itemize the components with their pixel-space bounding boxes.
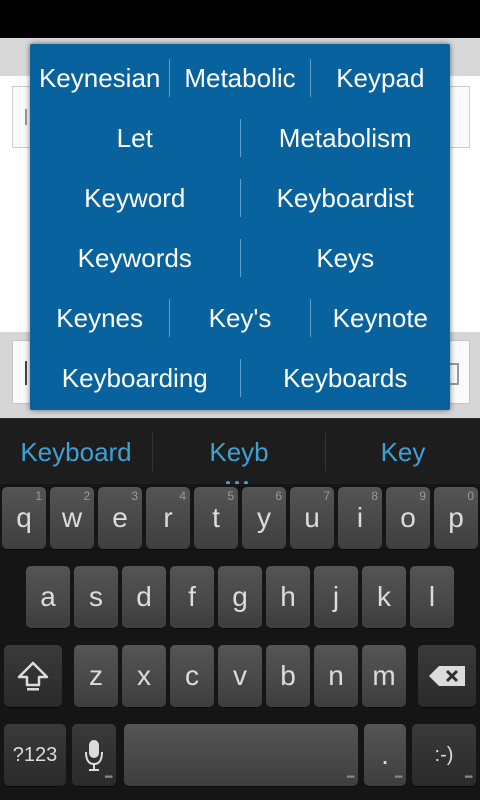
popup-suggestion[interactable]: Let xyxy=(30,108,240,168)
shift-key[interactable] xyxy=(4,645,62,707)
popup-suggestion[interactable]: Keywords xyxy=(30,228,240,288)
popup-suggestion[interactable]: Keypad xyxy=(311,48,450,108)
popup-row: Keyboarding Keyboards xyxy=(30,348,450,408)
popup-suggestion[interactable]: Keyboardist xyxy=(241,168,451,228)
key-m[interactable]: m xyxy=(362,645,406,707)
text-cursor xyxy=(25,361,27,385)
key-h[interactable]: h xyxy=(266,566,310,628)
key-r[interactable]: r4 xyxy=(146,487,190,549)
popup-suggestion[interactable]: Keynote xyxy=(311,288,450,348)
suggestion-right[interactable]: Key xyxy=(326,419,480,485)
voice-input-key[interactable]: ••• xyxy=(72,724,116,786)
key-o[interactable]: o9 xyxy=(386,487,430,549)
popup-suggestion[interactable]: Metabolism xyxy=(241,108,451,168)
key-s[interactable]: s xyxy=(74,566,118,628)
popup-row: Keywords Keys xyxy=(30,228,450,288)
key-q[interactable]: q1 xyxy=(2,487,46,549)
backspace-key[interactable] xyxy=(418,645,476,707)
popup-suggestion[interactable]: Keys xyxy=(241,228,451,288)
shift-icon xyxy=(4,645,62,707)
key-t[interactable]: t5 xyxy=(194,487,238,549)
key-y[interactable]: y6 xyxy=(242,487,286,549)
smiley-key[interactable]: :-) ••• xyxy=(412,724,476,786)
popup-suggestion[interactable]: Keyword xyxy=(30,168,240,228)
popup-row: Let Metabolism xyxy=(30,108,450,168)
symbols-key[interactable]: ?123 xyxy=(4,724,66,786)
more-options-icon: ••• xyxy=(464,772,472,783)
popup-suggestion[interactable]: Keyboards xyxy=(241,348,451,408)
key-e[interactable]: e3 xyxy=(98,487,142,549)
key-k[interactable]: k xyxy=(362,566,406,628)
status-bar xyxy=(0,0,480,38)
period-key[interactable]: . ••• xyxy=(364,724,406,786)
popup-suggestion[interactable]: Metabolic xyxy=(170,48,309,108)
space-key[interactable]: ••• xyxy=(124,724,358,786)
key-l[interactable]: l xyxy=(410,566,454,628)
key-d[interactable]: d xyxy=(122,566,166,628)
key-w[interactable]: w2 xyxy=(50,487,94,549)
more-suggestions-indicator xyxy=(226,470,256,485)
popup-suggestion[interactable]: Keynes xyxy=(30,288,169,348)
key-i[interactable]: i8 xyxy=(338,487,382,549)
more-options-icon: ••• xyxy=(394,772,402,783)
popup-suggestion[interactable]: Keyboarding xyxy=(30,348,240,408)
popup-row: Keynesian Metabolic Keypad xyxy=(30,48,450,108)
key-b[interactable]: b xyxy=(266,645,310,707)
key-j[interactable]: j xyxy=(314,566,358,628)
more-options-icon: ••• xyxy=(346,772,354,783)
key-n[interactable]: n xyxy=(314,645,358,707)
keyboard: q1 w2 e3 r4 t5 y6 u7 i8 o9 p0 a s d f g … xyxy=(0,484,480,800)
suggestion-left[interactable]: Keyboard xyxy=(0,419,152,485)
key-c[interactable]: c xyxy=(170,645,214,707)
key-p[interactable]: p0 xyxy=(434,487,478,549)
key-u[interactable]: u7 xyxy=(290,487,334,549)
popup-suggestion[interactable]: Keynesian xyxy=(30,48,169,108)
popup-row: Keyword Keyboardist xyxy=(30,168,450,228)
popup-suggestion[interactable]: Key's xyxy=(170,288,309,348)
key-g[interactable]: g xyxy=(218,566,262,628)
key-a[interactable]: a xyxy=(26,566,70,628)
popup-row: Keynes Key's Keynote xyxy=(30,288,450,348)
key-f[interactable]: f xyxy=(170,566,214,628)
key-z[interactable]: z xyxy=(74,645,118,707)
key-x[interactable]: x xyxy=(122,645,166,707)
key-v[interactable]: v xyxy=(218,645,262,707)
more-suggestions-popup: Keynesian Metabolic Keypad Let Metabolis… xyxy=(30,44,450,410)
more-options-icon: ••• xyxy=(104,772,112,783)
backspace-icon xyxy=(418,645,476,707)
